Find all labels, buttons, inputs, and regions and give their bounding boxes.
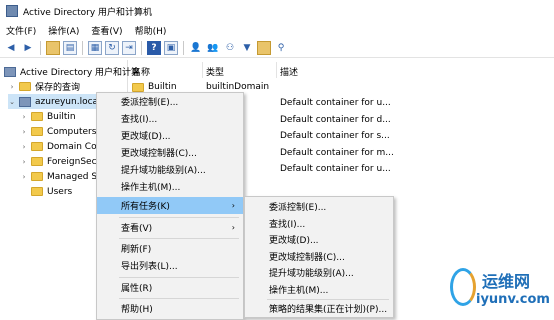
all-tasks-submenu: 委派控制(E)... 查找(I)... 更改域(D)... 更改域控制器(C).…	[244, 196, 394, 318]
tree-item-computers[interactable]: › Computers	[20, 124, 97, 139]
tree-root[interactable]: Active Directory 用户和计算	[4, 64, 140, 79]
menu-item-refresh[interactable]: 刷新(F)	[97, 240, 243, 257]
menu-item-change-dc[interactable]: 更改域控制器(C)...	[97, 144, 243, 161]
ad-root-icon	[4, 66, 16, 77]
menu-item-export-list[interactable]: 导出列表(L)...	[97, 257, 243, 274]
tree-item-foreign-security[interactable]: › ForeignSec	[20, 154, 97, 169]
folder-icon	[31, 172, 43, 181]
folder-icon	[132, 82, 144, 92]
chevron-right-icon: ›	[231, 201, 235, 210]
console-tree-icon[interactable]: ▤	[63, 40, 77, 55]
chevron-right-icon[interactable]: ›	[20, 173, 28, 181]
menu-item-find[interactable]: 查找(I)...	[97, 110, 243, 127]
menu-help[interactable]: 帮助(H)	[135, 24, 167, 37]
menu-action[interactable]: 操作(A)	[48, 24, 79, 37]
find-icon[interactable]: ⚲	[274, 41, 288, 55]
chevron-right-icon: ›	[231, 223, 235, 232]
toolbar: ◀ ▶ ▤ ▦ ↻ ⇥ ? ▣ 👤 👥 ⚇ ▼ ⚲	[0, 38, 554, 58]
chevron-right-icon[interactable]: ›	[20, 158, 28, 166]
window-title: Active Directory 用户和计算机	[23, 7, 153, 18]
tree-item-managed-service[interactable]: › Managed S	[20, 169, 97, 184]
folder-icon	[31, 127, 43, 136]
tree-item-users[interactable]: Users	[20, 184, 72, 199]
refresh-icon[interactable]: ↻	[105, 40, 119, 55]
menu-item-operations-masters[interactable]: 操作主机(M)...	[97, 178, 243, 195]
domain-icon	[19, 96, 31, 107]
mmc-icon[interactable]: ▣	[164, 40, 178, 55]
tree-item-builtin[interactable]: › Builtin	[20, 109, 76, 124]
forward-arrow-icon[interactable]: ▶	[21, 41, 35, 55]
submenu-item-raise-level[interactable]: 提升域功能级别(A)...	[245, 264, 393, 281]
chevron-right-icon[interactable]: ›	[8, 83, 16, 91]
column-type[interactable]: 类型	[206, 64, 224, 78]
folder-icon	[31, 187, 43, 196]
title-bar: Active Directory 用户和计算机	[0, 0, 554, 22]
site-watermark: 运维网 iyunv.com	[446, 260, 554, 320]
menu-item-all-tasks[interactable]: 所有任务(K) ›	[97, 197, 243, 214]
watermark-url: iyunv.com	[476, 292, 550, 307]
ad-users-computers-icon	[6, 5, 18, 17]
export-icon[interactable]: ⇥	[122, 40, 136, 55]
chevron-down-icon[interactable]: ⌄	[8, 98, 16, 106]
chevron-right-icon[interactable]: ›	[20, 128, 28, 136]
submenu-item-delegate-control[interactable]: 委派控制(E)...	[245, 198, 393, 215]
menu-item-raise-level[interactable]: 提升域功能级别(A)...	[97, 161, 243, 178]
properties-icon[interactable]: ▦	[88, 40, 102, 55]
watermark-cn: 运维网	[482, 272, 531, 291]
add-group-icon[interactable]: ⚇	[223, 41, 237, 55]
context-menu: 委派控制(E)... 查找(I)... 更改域(D)... 更改域控制器(C).…	[96, 92, 244, 320]
menu-bar: 文件(F) 操作(A) 查看(V) 帮助(H)	[0, 22, 554, 38]
help-icon[interactable]: ?	[147, 40, 161, 55]
domain-icon[interactable]	[257, 40, 271, 55]
menu-view[interactable]: 查看(V)	[91, 24, 122, 37]
submenu-item-change-dc[interactable]: 更改域控制器(C)...	[245, 248, 393, 265]
folder-icon	[19, 82, 31, 91]
back-arrow-icon[interactable]: ◀	[4, 41, 18, 55]
up-folder-icon[interactable]	[46, 40, 60, 55]
menu-item-help[interactable]: 帮助(H)	[97, 300, 243, 317]
folder-icon	[31, 112, 43, 121]
column-description[interactable]: 描述	[280, 64, 298, 78]
menu-item-properties[interactable]: 属性(R)	[97, 279, 243, 296]
menu-item-change-domain[interactable]: 更改域(D)...	[97, 127, 243, 144]
submenu-item-change-domain[interactable]: 更改域(D)...	[245, 231, 393, 248]
folder-icon	[31, 142, 43, 151]
submenu-item-rsop-planning[interactable]: 策略的结果集(正在计划)(P)...	[245, 300, 393, 317]
users-icon[interactable]: 👤	[189, 41, 203, 55]
menu-file[interactable]: 文件(F)	[6, 24, 36, 37]
filter-icon[interactable]: ▼	[240, 41, 254, 55]
submenu-item-find[interactable]: 查找(I)...	[245, 215, 393, 232]
column-name[interactable]: 名称	[132, 64, 150, 78]
tree-item-domain-controllers[interactable]: › Domain Co	[20, 139, 97, 154]
submenu-item-operations-masters[interactable]: 操作主机(M)...	[245, 281, 393, 298]
folder-icon	[31, 157, 43, 166]
logo-icon	[450, 268, 476, 306]
add-user-icon[interactable]: 👥	[206, 41, 220, 55]
tree-item-saved-queries[interactable]: › 保存的查询	[8, 79, 80, 94]
menu-item-delegate-control[interactable]: 委派控制(E)...	[97, 93, 243, 110]
chevron-right-icon[interactable]: ›	[20, 113, 28, 121]
menu-item-view[interactable]: 查看(V) ›	[97, 219, 243, 236]
chevron-right-icon[interactable]: ›	[20, 143, 28, 151]
